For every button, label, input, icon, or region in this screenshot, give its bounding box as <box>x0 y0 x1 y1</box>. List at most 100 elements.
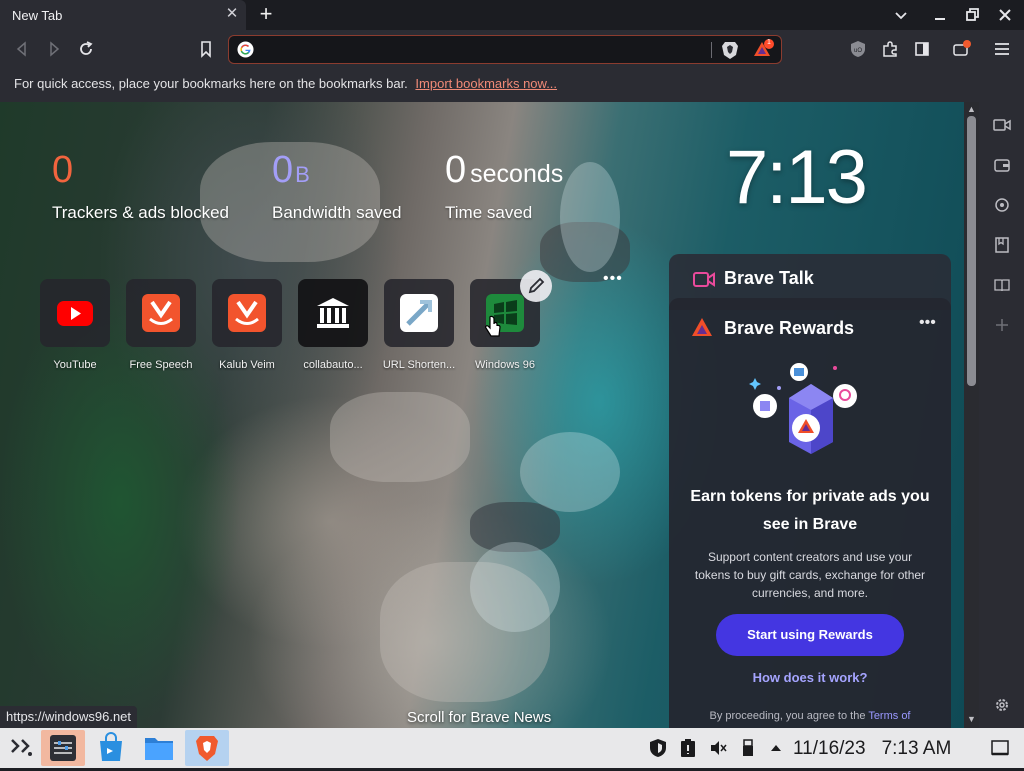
how-does-it-work-link[interactable]: How does it work? <box>689 670 931 685</box>
usb-device-icon[interactable] <box>738 738 758 758</box>
top-site-tile-background <box>212 279 282 347</box>
top-site-tile[interactable]: Free Speech <box>126 279 198 371</box>
wallet-icon[interactable] <box>951 39 971 59</box>
url-shortener-icon <box>400 294 438 332</box>
tab-close-icon[interactable]: ✕ <box>224 6 240 22</box>
start-using-rewards-button[interactable]: Start using Rewards <box>716 614 904 656</box>
sidebar-settings-icon[interactable] <box>993 696 1011 714</box>
top-site-tile-background <box>384 279 454 347</box>
sidebar-reading-list-icon[interactable] <box>993 276 1011 294</box>
brave-sidebar <box>979 102 1024 728</box>
sidebar-add-icon[interactable] <box>993 316 1011 334</box>
app-launcher-icon[interactable] <box>0 730 44 766</box>
terms-of-service-link[interactable]: Terms of <box>868 710 910 722</box>
top-site-tile[interactable]: URL Shorten... <box>383 279 456 371</box>
menu-icon[interactable] <box>992 39 1012 59</box>
time-saved-label: Time saved <box>445 203 533 222</box>
sidebar-bookmarks-icon[interactable] <box>993 236 1011 254</box>
clipboard-tray-icon[interactable] <box>678 738 698 758</box>
bookmark-icon[interactable] <box>196 39 216 59</box>
time-saved-unit: seconds <box>470 160 564 188</box>
google-icon <box>237 41 254 58</box>
rewards-more-icon[interactable]: ••• <box>919 314 936 332</box>
time-saved-count: 0 seconds <box>445 150 563 194</box>
back-icon[interactable] <box>12 39 32 59</box>
sidebar-leo-icon[interactable] <box>993 196 1011 214</box>
minimize-icon[interactable] <box>930 5 950 25</box>
top-site-tile[interactable]: YouTube <box>40 279 112 371</box>
import-bookmarks-link[interactable]: Import bookmarks now... <box>415 76 557 91</box>
top-site-tile[interactable]: collabauto... <box>298 279 370 371</box>
tray-expand-icon[interactable] <box>766 738 786 758</box>
restore-icon[interactable] <box>962 5 982 25</box>
bookmarks-bar-message: For quick access, place your bookmarks h… <box>14 76 408 91</box>
youtube-icon <box>56 294 94 332</box>
taskbar: 11/16/23 7:13 AM <box>0 728 1024 768</box>
rewards-legal-text: By proceeding, you agree to the Terms of <box>689 710 931 722</box>
brave-talk-title: Brave Talk <box>724 268 814 288</box>
rewards-badge-count: 1 <box>767 39 771 46</box>
clock: 7:13 <box>726 135 868 220</box>
scroll-up-icon[interactable]: ▲ <box>966 104 977 114</box>
brave-rewards-icon[interactable]: 1 <box>753 39 775 59</box>
background-rock <box>330 392 470 482</box>
ublock-icon[interactable]: uO <box>848 39 868 59</box>
file-manager-icon[interactable] <box>137 730 181 766</box>
brave-rewards-logo-icon <box>691 316 713 338</box>
bandwidth-saved-label: Bandwidth saved <box>272 203 402 222</box>
tab-strip: New Tab ✕ + <box>0 0 1024 30</box>
brave-rewards-title: Brave Rewards <box>724 318 855 338</box>
top-site-label: collabauto... <box>303 359 363 371</box>
sidebar-talk-icon[interactable] <box>993 116 1011 134</box>
background-foam <box>470 542 560 632</box>
library-building-icon <box>314 294 352 332</box>
rewards-illustration <box>749 358 869 458</box>
close-window-icon[interactable] <box>995 5 1015 25</box>
omnibox-divider <box>711 42 712 58</box>
forward-icon[interactable] <box>44 39 64 59</box>
scroll-for-brave-news[interactable]: Scroll for Brave News <box>407 709 551 726</box>
rewards-description: Support content creators and use your to… <box>694 550 926 600</box>
system-settings-icon[interactable] <box>41 730 85 766</box>
rewards-headline: Earn tokens for private ads you see in B… <box>690 488 930 533</box>
page-scrollbar[interactable]: ▲ ▼ <box>964 102 979 728</box>
sidebar-toggle-icon[interactable] <box>912 39 932 59</box>
top-sites-more-icon[interactable]: ••• <box>603 270 623 288</box>
sidebar-wallet-icon[interactable] <box>993 156 1011 174</box>
svg-text:uO: uO <box>854 48 862 54</box>
trackers-blocked-count: 0 <box>52 149 74 191</box>
top-site-tile-background <box>40 279 110 347</box>
hand-cursor-icon <box>484 315 502 339</box>
store-icon[interactable] <box>89 730 133 766</box>
scroll-down-icon[interactable]: ▼ <box>966 714 977 724</box>
tab-title: New Tab <box>12 8 63 23</box>
taskbar-clock[interactable]: 11/16/23 7:13 AM <box>793 738 967 760</box>
brave-shields-icon[interactable] <box>721 40 739 59</box>
tab-new-tab[interactable]: New Tab ✕ <box>0 0 246 30</box>
address-bar[interactable]: 1 <box>228 35 782 64</box>
background-foam <box>520 432 620 512</box>
bookmarks-bar: For quick access, place your bookmarks h… <box>0 68 1024 102</box>
top-site-label: Kalub Veim <box>219 359 275 371</box>
taskbar-date: 11/16/23 <box>793 738 866 759</box>
top-site-label: Windows 96 <box>475 359 535 371</box>
reload-icon[interactable] <box>76 39 96 59</box>
show-desktop-icon[interactable] <box>990 738 1010 758</box>
brave-rewards-card: Brave Rewards ••• Earn tokens for privat… <box>669 298 951 728</box>
scrollbar-thumb[interactable] <box>967 116 976 386</box>
top-site-label: Free Speech <box>129 359 193 371</box>
kalub-veim-icon <box>228 294 266 332</box>
brave-talk-icon <box>693 270 715 290</box>
shield-tray-icon[interactable] <box>648 738 668 758</box>
tab-search-chevron-icon[interactable] <box>891 5 911 25</box>
edit-top-sites-icon[interactable] <box>520 270 552 302</box>
bandwidth-saved-count: 0B <box>272 150 310 195</box>
extensions-icon[interactable] <box>880 39 900 59</box>
new-tab-button[interactable]: + <box>255 3 277 25</box>
free-speech-icon <box>142 294 180 332</box>
volume-muted-icon[interactable] <box>708 738 728 758</box>
bandwidth-saved-unit: B <box>295 162 310 187</box>
top-site-tile[interactable]: Kalub Veim <box>212 279 284 371</box>
brave-browser-taskbar-icon[interactable] <box>185 730 229 766</box>
background-foam <box>560 162 620 272</box>
